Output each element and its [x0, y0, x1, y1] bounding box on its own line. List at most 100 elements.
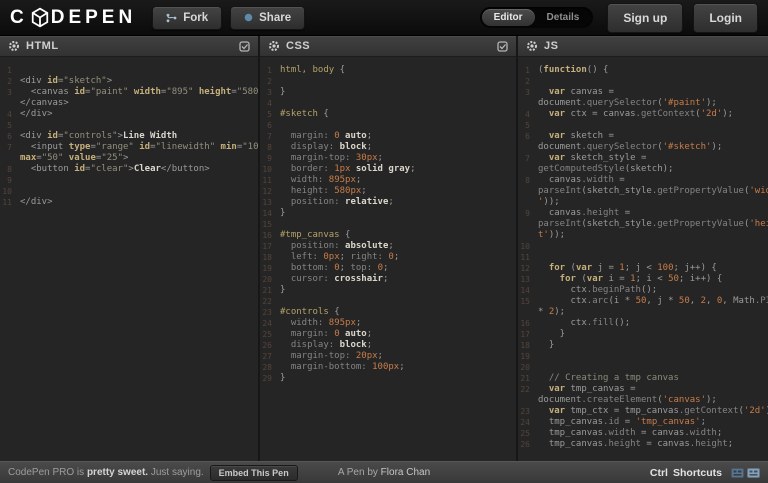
- codepen-logo[interactable]: C DEPEN: [10, 7, 136, 29]
- html-code-editor[interactable]: 1234567891011 <div id="sketch"> <canvas …: [0, 57, 258, 461]
- code-line[interactable]: document.createElement('canvas');: [538, 395, 768, 406]
- code-line[interactable]: border: 1px solid gray;: [280, 164, 516, 175]
- code-line[interactable]: max="50" value="25">: [20, 153, 258, 164]
- code-line[interactable]: [280, 120, 516, 131]
- code-line[interactable]: [538, 76, 768, 87]
- code-line[interactable]: #controls {: [280, 307, 516, 318]
- code-line[interactable]: <button id="clear">Clear</button>: [20, 164, 258, 175]
- code-line[interactable]: var sketch =: [538, 131, 768, 142]
- code-line[interactable]: [538, 252, 768, 263]
- code-line[interactable]: <input type="range" id="linewidth" min="…: [20, 142, 258, 153]
- js-code-editor[interactable]: 1234567891011121314151617181920212223242…: [518, 57, 768, 461]
- code-line[interactable]: [280, 76, 516, 87]
- code-line[interactable]: (function() {: [538, 65, 768, 76]
- code-line[interactable]: for (var i = 1; i < 50; i++) {: [538, 274, 768, 285]
- code-line[interactable]: ctx.arc(i * 50, j * 50, 2, 0, Math.PI: [538, 296, 768, 307]
- code-line[interactable]: }: [280, 373, 516, 384]
- code-line[interactable]: ctx.fill();: [538, 318, 768, 329]
- code-line[interactable]: width: 895px;: [280, 318, 516, 329]
- code-line[interactable]: var tmp_ctx = tmp_canvas.getContext('2d'…: [538, 406, 768, 417]
- line-number: 26: [260, 340, 272, 351]
- code-line[interactable]: '));: [538, 197, 768, 208]
- code-line[interactable]: }: [280, 285, 516, 296]
- code-line[interactable]: for (var j = 1; j < 100; j++) {: [538, 263, 768, 274]
- code-line[interactable]: margin-top: 20px;: [280, 351, 516, 362]
- code-line[interactable]: * 2);: [538, 307, 768, 318]
- code-line[interactable]: <canvas id="paint" width="895" height="5…: [20, 87, 258, 98]
- code-line[interactable]: tmp_canvas.width = canvas.width;: [538, 428, 768, 439]
- code-line[interactable]: tmp_canvas.id = 'tmp_canvas';: [538, 417, 768, 428]
- code-line[interactable]: position: relative;: [280, 197, 516, 208]
- code-line[interactable]: document.querySelector('#paint');: [538, 98, 768, 109]
- code-line[interactable]: }: [538, 340, 768, 351]
- code-line[interactable]: display: block;: [280, 142, 516, 153]
- code-line[interactable]: [20, 186, 258, 197]
- code-line[interactable]: </div>: [20, 197, 258, 208]
- css-panel: CSS 123456789101112131415161718192021222…: [260, 36, 518, 461]
- code-line[interactable]: var tmp_canvas =: [538, 384, 768, 395]
- code-line[interactable]: [538, 120, 768, 131]
- code-line[interactable]: width: 895px;: [280, 175, 516, 186]
- code-line[interactable]: [20, 175, 258, 186]
- code-line[interactable]: html, body {: [280, 65, 516, 76]
- code-line[interactable]: t'));: [538, 230, 768, 241]
- keyboard-icon[interactable]: [731, 468, 744, 478]
- share-button[interactable]: Share: [230, 6, 305, 30]
- code-line[interactable]: [538, 351, 768, 362]
- code-line[interactable]: margin-bottom: 100px;: [280, 362, 516, 373]
- code-line[interactable]: position: absolute;: [280, 241, 516, 252]
- code-line[interactable]: [20, 65, 258, 76]
- code-line[interactable]: var ctx = canvas.getContext('2d');: [538, 109, 768, 120]
- line-number: 9: [260, 153, 272, 164]
- code-line[interactable]: canvas.width =: [538, 175, 768, 186]
- fork-button[interactable]: Fork: [152, 6, 222, 30]
- pen-author-link[interactable]: Flora Chan: [381, 467, 430, 478]
- gear-icon[interactable]: [268, 40, 280, 52]
- code-line[interactable]: [20, 120, 258, 131]
- shortcuts-label[interactable]: Shortcuts: [673, 467, 722, 479]
- css-code-editor[interactable]: 1234567891011121314151617181920212223242…: [260, 57, 516, 461]
- tab-editor[interactable]: Editor: [482, 9, 535, 26]
- code-line[interactable]: </div>: [20, 109, 258, 120]
- code-line[interactable]: cursor: crosshair;: [280, 274, 516, 285]
- gear-icon[interactable]: [526, 40, 538, 52]
- code-line[interactable]: }: [538, 329, 768, 340]
- code-line[interactable]: ctx.beginPath();: [538, 285, 768, 296]
- code-line[interactable]: [538, 362, 768, 373]
- keyboard-icon[interactable]: [747, 468, 760, 478]
- code-line[interactable]: [280, 98, 516, 109]
- code-line[interactable]: canvas.height =: [538, 208, 768, 219]
- code-line[interactable]: <div id="controls">Line Width: [20, 131, 258, 142]
- signup-button[interactable]: Sign up: [607, 3, 683, 33]
- code-line[interactable]: margin: 0 auto;: [280, 131, 516, 142]
- code-line[interactable]: display: block;: [280, 340, 516, 351]
- code-line[interactable]: height: 580px;: [280, 186, 516, 197]
- code-line[interactable]: [538, 241, 768, 252]
- gear-icon[interactable]: [8, 40, 20, 52]
- tab-details[interactable]: Details: [535, 9, 592, 26]
- code-line[interactable]: parseInt(sketch_style.getPropertyValue('…: [538, 186, 768, 197]
- code-line[interactable]: document.querySelector('#sketch');: [538, 142, 768, 153]
- code-line[interactable]: getComputedStyle(sketch);: [538, 164, 768, 175]
- code-line[interactable]: <div id="sketch">: [20, 76, 258, 87]
- code-line[interactable]: var sketch_style =: [538, 153, 768, 164]
- checkbox-checked-icon[interactable]: [497, 41, 508, 52]
- code-line[interactable]: </canvas>: [20, 98, 258, 109]
- code-line[interactable]: }: [280, 87, 516, 98]
- code-line[interactable]: bottom: 0; top: 0;: [280, 263, 516, 274]
- code-line[interactable]: #sketch {: [280, 109, 516, 120]
- code-line[interactable]: [280, 296, 516, 307]
- code-line[interactable]: [280, 219, 516, 230]
- code-line[interactable]: margin-top: 30px;: [280, 153, 516, 164]
- embed-pen-button[interactable]: Embed This Pen: [210, 465, 298, 481]
- code-line[interactable]: margin: 0 auto;: [280, 329, 516, 340]
- code-line[interactable]: var canvas =: [538, 87, 768, 98]
- login-button[interactable]: Login: [693, 3, 758, 33]
- code-line[interactable]: parseInt(sketch_style.getPropertyValue('…: [538, 219, 768, 230]
- code-line[interactable]: // Creating a tmp canvas: [538, 373, 768, 384]
- code-line[interactable]: #tmp_canvas {: [280, 230, 516, 241]
- code-line[interactable]: left: 0px; right: 0;: [280, 252, 516, 263]
- code-line[interactable]: tmp_canvas.height = canvas.height;: [538, 439, 768, 450]
- checkbox-checked-icon[interactable]: [239, 41, 250, 52]
- code-line[interactable]: }: [280, 208, 516, 219]
